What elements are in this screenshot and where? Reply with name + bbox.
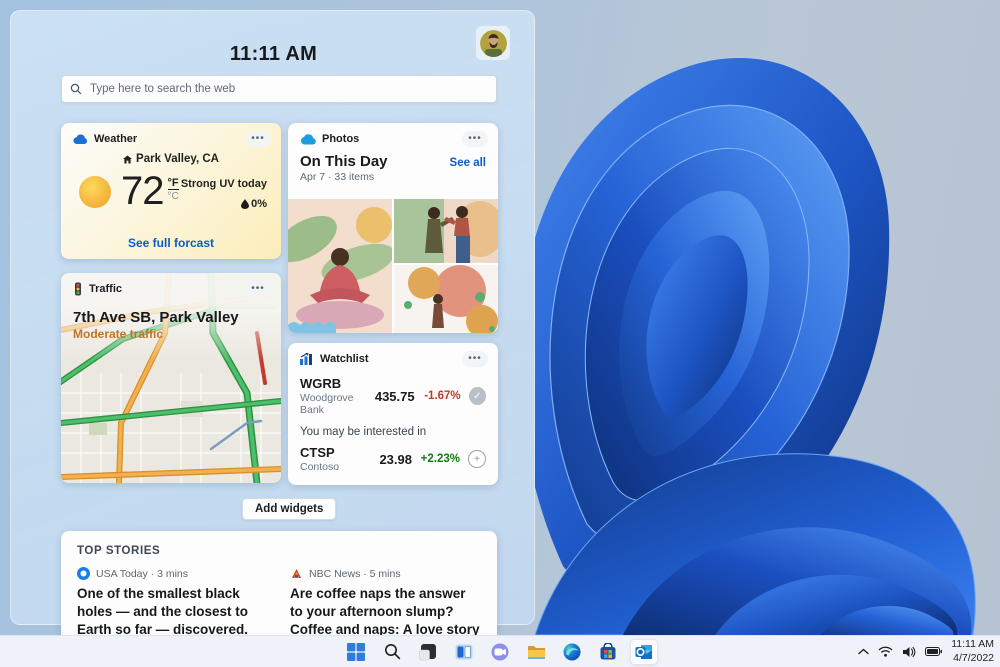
traffic-menu-button[interactable]: ••• <box>245 281 271 297</box>
stocks-icon <box>300 353 314 365</box>
sun-icon <box>77 174 113 210</box>
edge-button[interactable] <box>558 639 586 665</box>
photos-see-all-link[interactable]: See all <box>450 157 486 169</box>
droplet-icon <box>241 199 249 209</box>
photos-title: Photos <box>322 133 359 145</box>
watchlist-menu-button[interactable]: ••• <box>462 351 488 367</box>
chat-icon <box>491 643 509 661</box>
tray-clock[interactable]: 11:11 AM 4/7/2022 <box>951 638 994 664</box>
photos-widget[interactable]: Photos ••• On This Day Apr 7 · 33 items … <box>288 123 498 333</box>
edge-icon <box>563 643 581 661</box>
widgets-icon <box>419 643 437 661</box>
stock-change: +2.23% <box>412 453 460 465</box>
microsoft-store-button[interactable] <box>594 639 622 665</box>
add-widgets-button[interactable]: Add widgets <box>242 498 336 520</box>
wifi-icon[interactable] <box>878 646 893 657</box>
unit-fahrenheit[interactable]: °F <box>168 177 179 190</box>
taskbar-widgets-button[interactable] <box>414 639 442 665</box>
battery-icon[interactable] <box>925 647 942 656</box>
photo-collage[interactable] <box>288 199 498 333</box>
stock-company: Contoso <box>300 461 378 473</box>
weather-menu-button[interactable]: ••• <box>245 131 271 147</box>
outlook-icon <box>635 643 653 661</box>
weather-title: Weather <box>94 133 137 145</box>
nbc-news-icon <box>290 567 303 580</box>
panel-clock: 11:11 AM <box>11 43 536 66</box>
unit-celsius[interactable]: °C <box>168 191 179 202</box>
stock-row-ctsp[interactable]: CTSP Contoso 23.98 +2.23% + <box>288 440 498 473</box>
weather-forecast-link[interactable]: See full forcast <box>61 236 281 250</box>
news-story[interactable]: NBC News · 5 mins Are coffee naps the an… <box>290 567 481 636</box>
photo-yoga[interactable] <box>288 199 392 333</box>
chat-button[interactable] <box>486 639 514 665</box>
top-stories-card[interactable]: TOP STORIES USA Today · 3 mins One of th… <box>61 531 497 636</box>
weather-temperature: 72 <box>121 169 164 214</box>
traffic-light-icon <box>73 282 83 296</box>
search-input[interactable] <box>90 83 488 95</box>
news-source-meta: USA Today · 3 mins <box>96 568 188 580</box>
task-view-icon <box>455 643 473 661</box>
weather-location-row: Park Valley, CA <box>61 153 281 165</box>
widgets-panel: 11:11 AM Weather <box>10 10 535 625</box>
photos-menu-button[interactable]: ••• <box>462 131 488 147</box>
stock-ticker: WGRB <box>300 376 375 391</box>
top-stories-header: TOP STORIES <box>61 531 497 567</box>
user-profile-button[interactable] <box>476 26 510 60</box>
news-source-meta: NBC News · 5 mins <box>309 568 401 580</box>
taskbar-search-button[interactable] <box>378 639 406 665</box>
weather-condition: Strong UV today <box>181 178 267 190</box>
microsoft-store-icon <box>599 643 617 661</box>
stock-ticker: CTSP <box>300 445 378 460</box>
taskbar: 11:11 AM 4/7/2022 <box>0 635 1000 667</box>
traffic-widget[interactable]: Traffic ••• 7th Ave SB, Park Valley Mode… <box>61 273 281 483</box>
tray-date: 4/7/2022 <box>951 652 994 665</box>
photo-friends[interactable] <box>394 199 498 263</box>
onedrive-cloud-icon <box>300 134 316 145</box>
news-headline[interactable]: Are coffee naps the answer to your after… <box>290 585 481 636</box>
watchlist-widget[interactable]: Watchlist ••• WGRB Woodgrove Bank 435.75… <box>288 343 498 485</box>
search-icon <box>70 83 82 95</box>
tray-chevron-up-icon[interactable] <box>858 648 869 655</box>
stock-price: 435.75 <box>375 389 415 404</box>
photos-heading: On This Day <box>300 153 388 170</box>
file-explorer-icon <box>527 644 546 660</box>
traffic-title: Traffic <box>89 283 122 295</box>
search-icon <box>384 643 401 660</box>
news-story[interactable]: USA Today · 3 mins One of the smallest b… <box>77 567 268 636</box>
home-icon <box>123 155 132 164</box>
web-search-bar[interactable] <box>61 75 497 103</box>
weather-widget[interactable]: Weather ••• Park Valley, CA 72 °F <box>61 123 281 259</box>
usa-today-icon <box>77 567 90 580</box>
stock-price: 23.98 <box>379 452 412 467</box>
stock-added-check-icon[interactable]: ✓ <box>469 387 486 405</box>
avatar <box>480 30 507 57</box>
start-button[interactable] <box>342 639 370 665</box>
stock-company: Woodgrove Bank <box>300 392 375 416</box>
task-view-button[interactable] <box>450 639 478 665</box>
photo-circles[interactable] <box>394 265 498 333</box>
weather-cloud-icon <box>73 134 88 145</box>
temperature-unit-toggle[interactable]: °F °C <box>168 177 179 202</box>
wallpaper-bloom <box>535 0 1000 635</box>
volume-icon[interactable] <box>902 646 916 658</box>
tray-time: 11:11 AM <box>951 638 994 651</box>
stock-change: -1.67% <box>415 390 461 402</box>
weather-precipitation: 0% <box>181 198 267 210</box>
watchlist-title: Watchlist <box>320 353 369 365</box>
photos-meta: Apr 7 · 33 items <box>300 171 388 183</box>
watchlist-suggestion-label: You may be interested in <box>288 416 498 440</box>
stock-add-plus-icon[interactable]: + <box>468 450 486 468</box>
file-explorer-button[interactable] <box>522 639 550 665</box>
stock-row-wgrb[interactable]: WGRB Woodgrove Bank 435.75 -1.67% ✓ <box>288 371 498 416</box>
traffic-status: Moderate traffic <box>61 326 281 342</box>
weather-location: Park Valley, CA <box>136 153 219 165</box>
news-headline[interactable]: One of the smallest black holes — and th… <box>77 585 268 636</box>
desktop: 11:11 AM Weather <box>0 0 1000 667</box>
windows-logo-icon <box>347 643 365 661</box>
traffic-heading: 7th Ave SB, Park Valley <box>61 301 281 326</box>
outlook-button[interactable] <box>630 639 658 665</box>
